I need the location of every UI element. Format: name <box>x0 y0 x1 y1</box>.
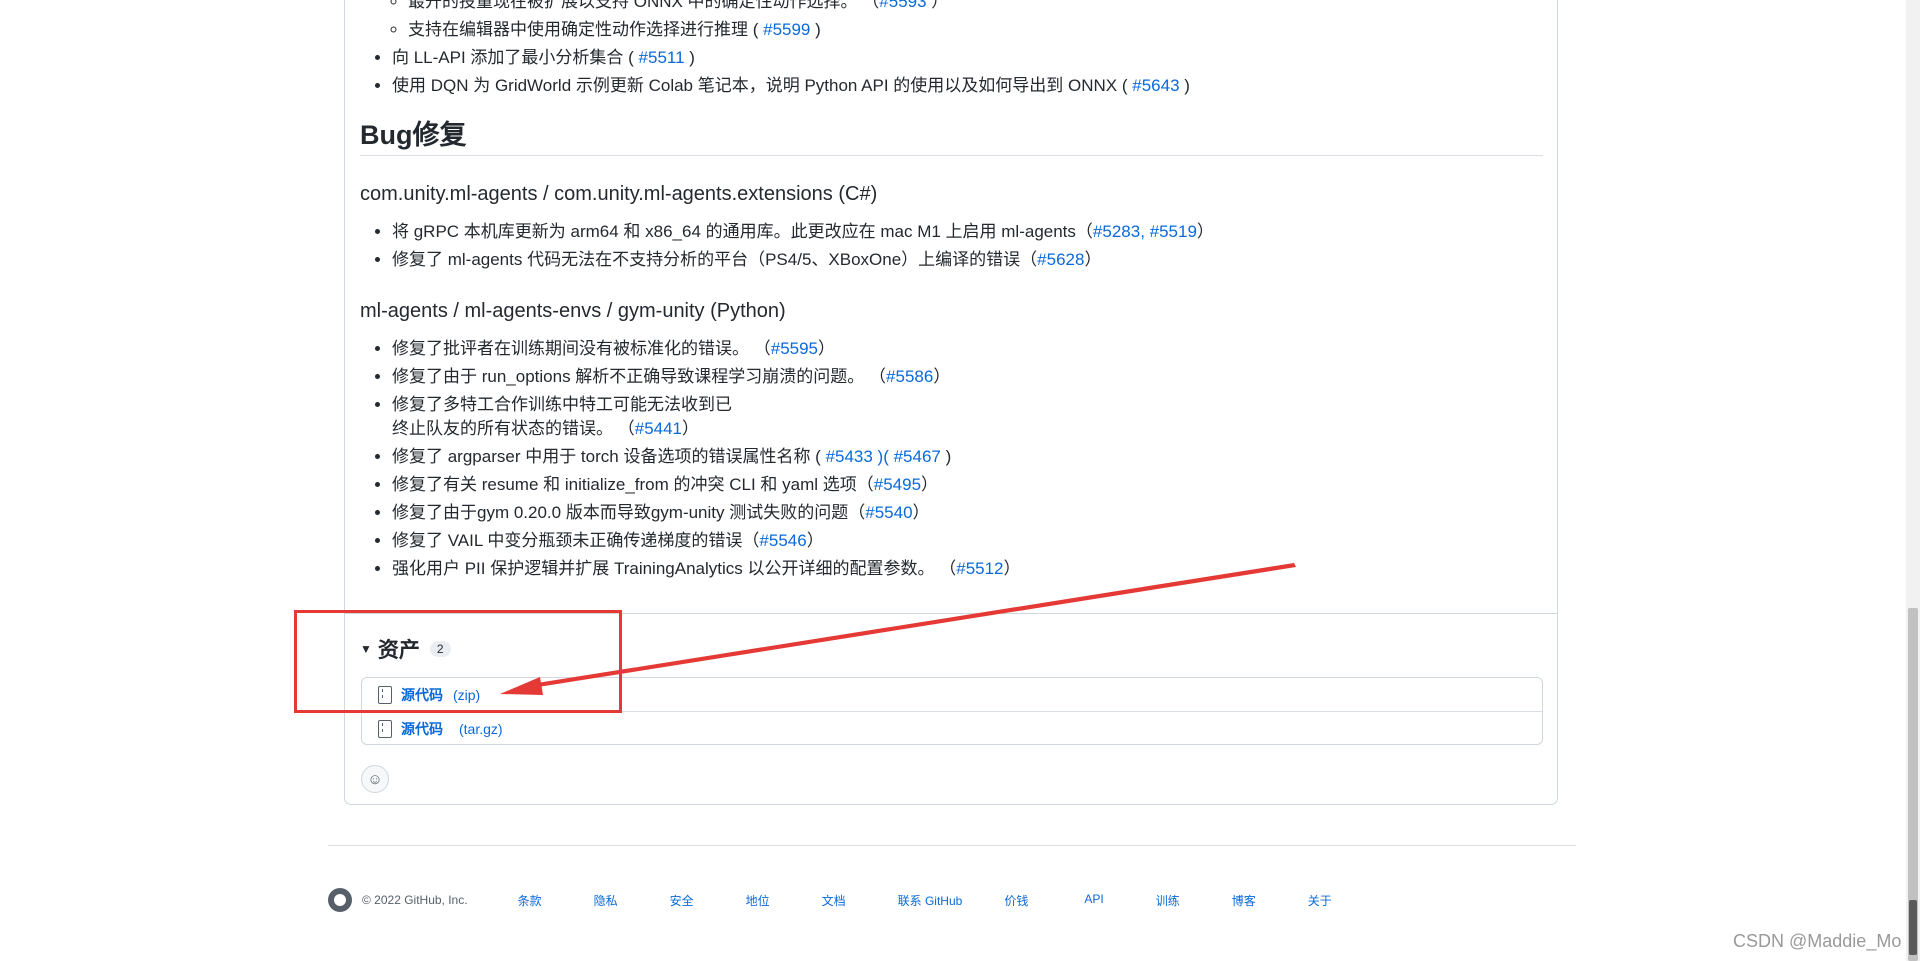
watermark: CSDN @Maddie_Mo <box>1733 931 1902 951</box>
annotation-arrow <box>500 563 1296 695</box>
scrollbar-widget <box>1909 900 1917 955</box>
